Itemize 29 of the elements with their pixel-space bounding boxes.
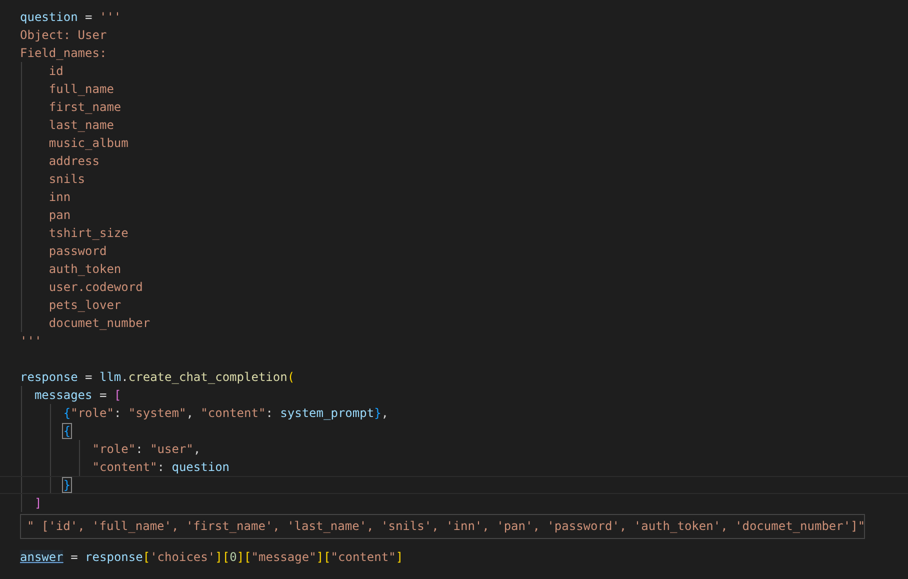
code-line: pets_lover [48, 298, 122, 312]
code-line: answer = response['choices'][0]["message"]["content"] [20, 550, 404, 564]
code-line: } [62, 478, 71, 492]
hover-tooltip: " ['id', 'full_name', 'first_name', 'last_name', 'snils', 'inn', 'pan', 'password', 'auth_token', 'documet_number']" [20, 514, 865, 539]
code-line: question = ''' [20, 10, 122, 24]
code-line: password [48, 244, 107, 258]
code-line: user.codeword [48, 280, 143, 294]
code-line: "content": question [91, 460, 230, 474]
code-line: pan [48, 208, 71, 222]
code-line: response = llm.create_chat_completion( [20, 370, 295, 384]
code-line: documet_number [48, 316, 150, 330]
code-line: auth_token [48, 262, 122, 276]
code-line: full_name [48, 82, 114, 96]
code-line: messages = [ [33, 388, 122, 402]
code-line: "role": "user", [91, 442, 201, 456]
code-line: id [48, 64, 64, 78]
code-line: ] [33, 496, 42, 510]
code-line: ''' [20, 334, 42, 348]
code-line: music_album [48, 136, 128, 150]
code-line: Object: User [20, 28, 107, 42]
code-line: tshirt_size [48, 226, 128, 240]
code-line: Field_names: [20, 46, 107, 60]
code-line: address [48, 154, 100, 168]
code-line: { [62, 424, 71, 438]
code-line: last_name [48, 118, 114, 132]
code-line: first_name [48, 100, 122, 114]
code-line: inn [48, 190, 71, 204]
code-line: {"role": "system", "content": system_prompt}, [62, 406, 389, 420]
code-line: snils [48, 172, 86, 186]
